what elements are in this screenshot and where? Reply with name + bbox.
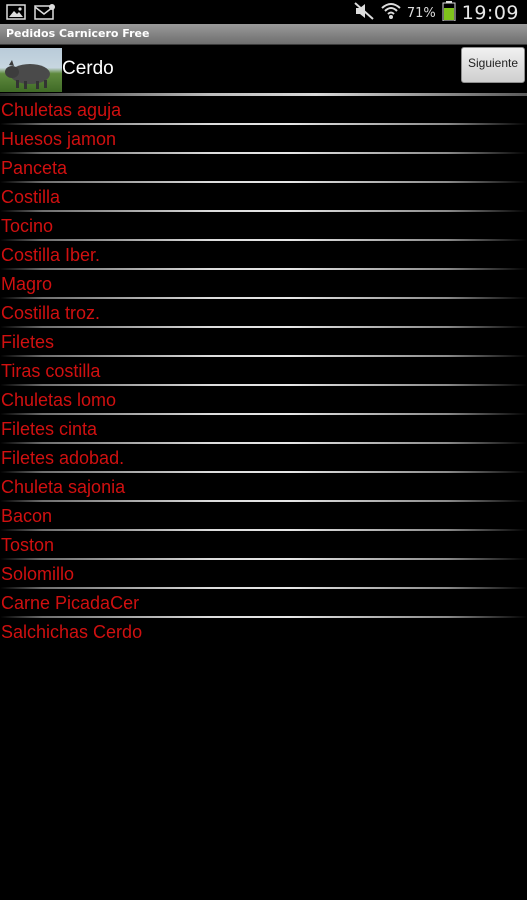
- list-item-label: Filetes: [1, 332, 55, 352]
- list-item-label: Bacon: [1, 506, 53, 526]
- next-button[interactable]: Siguiente: [461, 47, 525, 83]
- list-item[interactable]: Tiras costilla: [0, 357, 527, 386]
- list-item-label: Salchichas Cerdo: [1, 622, 143, 642]
- list-item-label: Filetes cinta: [1, 419, 98, 439]
- list-item-label: Chuletas aguja: [1, 100, 122, 120]
- list-item[interactable]: Solomillo: [0, 560, 527, 589]
- list-item-label: Panceta: [1, 158, 68, 178]
- list-item-label: Chuletas lomo: [1, 390, 117, 410]
- list-item[interactable]: Bacon: [0, 502, 527, 531]
- list-item[interactable]: Panceta: [0, 154, 527, 183]
- list-item-label: Costilla: [1, 187, 61, 207]
- list-item[interactable]: Costilla troz.: [0, 299, 527, 328]
- app-screen: 71% 19:09 Pedidos Carnicero Free Cerdo S…: [0, 0, 527, 900]
- list-item[interactable]: Chuletas aguja: [0, 96, 527, 125]
- category-header: Cerdo Siguiente: [0, 45, 527, 95]
- list-item-label: Costilla Iber.: [1, 245, 101, 265]
- list-item[interactable]: Carne PicadaCer: [0, 589, 527, 618]
- battery-percent: 71%: [406, 5, 436, 21]
- mute-icon: [353, 1, 375, 25]
- list-item[interactable]: Filetes: [0, 328, 527, 357]
- list-item[interactable]: Chuletas lomo: [0, 386, 527, 415]
- list-item[interactable]: Costilla Iber.: [0, 241, 527, 270]
- clock: 19:09: [461, 2, 519, 24]
- battery-icon: [442, 1, 456, 25]
- list-item-label: Carne PicadaCer: [1, 593, 140, 613]
- list-item-label: Tocino: [1, 216, 54, 236]
- status-notifications: [6, 4, 55, 20]
- status-indicators: 71% 19:09: [353, 1, 519, 25]
- wifi-icon: [381, 2, 401, 24]
- list-item[interactable]: Magro: [0, 270, 527, 299]
- list-item-label: Chuleta sajonia: [1, 477, 126, 497]
- list-item-label: Solomillo: [1, 564, 75, 584]
- list-item[interactable]: Salchichas Cerdo: [0, 618, 527, 647]
- list-item-label: Tiras costilla: [1, 361, 101, 381]
- category-title: Cerdo: [62, 58, 114, 79]
- list-item[interactable]: Costilla: [0, 183, 527, 212]
- list-item[interactable]: Chuleta sajonia: [0, 473, 527, 502]
- app-title: Pedidos Carnicero Free: [6, 27, 150, 40]
- gallery-icon: [6, 4, 26, 20]
- list-item-label: Huesos jamon: [1, 129, 117, 149]
- list-item[interactable]: Tocino: [0, 212, 527, 241]
- mail-icon: [34, 4, 55, 20]
- product-list: Chuletas aguja Huesos jamon Panceta Costill…: [0, 96, 527, 647]
- list-item[interactable]: Huesos jamon: [0, 125, 527, 154]
- list-item-label: Magro: [1, 274, 53, 294]
- list-item-label: Filetes adobad.: [1, 448, 125, 468]
- app-title-bar: Pedidos Carnicero Free: [0, 24, 527, 45]
- list-item-label: Toston: [1, 535, 55, 555]
- status-bar: 71% 19:09: [0, 0, 527, 24]
- pig-thumbnail-image: [0, 48, 62, 92]
- list-item-label: Costilla troz.: [1, 303, 101, 323]
- list-item[interactable]: Toston: [0, 531, 527, 560]
- list-item[interactable]: Filetes cinta: [0, 415, 527, 444]
- list-item[interactable]: Filetes adobad.: [0, 444, 527, 473]
